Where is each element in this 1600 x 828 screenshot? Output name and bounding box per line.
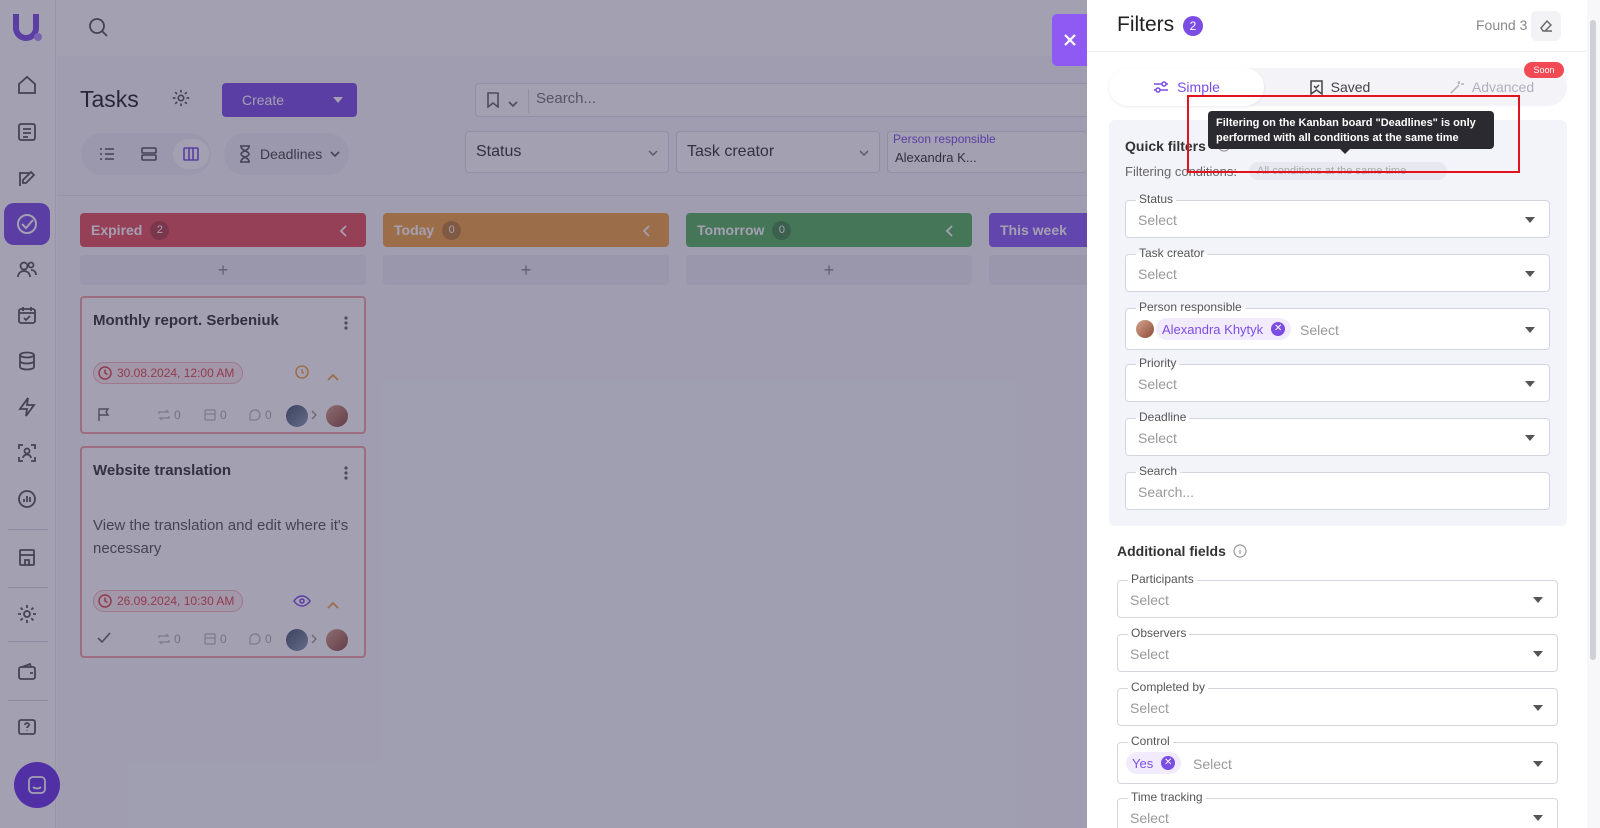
panel-title: Filters bbox=[1117, 13, 1175, 36]
close-icon bbox=[1064, 34, 1076, 46]
control-field[interactable]: Control Yes ✕ Select bbox=[1117, 734, 1558, 784]
quick-filters-section: Quick filters Filtering conditions: All … bbox=[1109, 120, 1567, 526]
field-label: Status bbox=[1136, 192, 1177, 207]
field-label: Priority bbox=[1136, 356, 1180, 371]
selected-person-name: Alexandra Khytyk bbox=[1162, 321, 1264, 337]
field-placeholder: Select bbox=[1138, 430, 1177, 446]
remove-icon[interactable]: ✕ bbox=[1271, 322, 1286, 336]
remove-icon[interactable]: ✕ bbox=[1161, 756, 1176, 770]
caret-down-icon bbox=[1533, 705, 1543, 711]
field-label: Participants bbox=[1128, 572, 1197, 587]
field-placeholder: Select bbox=[1193, 756, 1232, 772]
field-placeholder: Select bbox=[1130, 592, 1169, 608]
field-placeholder: Select bbox=[1138, 266, 1177, 282]
caret-down-icon bbox=[1533, 597, 1543, 603]
scrollbar-thumb[interactable] bbox=[1590, 20, 1596, 660]
caret-down-icon bbox=[1525, 327, 1535, 333]
tab-simple-label: Simple bbox=[1177, 79, 1220, 95]
completed-by-field[interactable]: Completed by Select bbox=[1117, 680, 1558, 726]
observers-field[interactable]: Observers Select bbox=[1117, 626, 1558, 672]
priority-field[interactable]: Priority Select bbox=[1125, 356, 1550, 402]
field-label: Observers bbox=[1128, 626, 1190, 641]
found-count: Found 3 bbox=[1476, 17, 1528, 33]
field-label: Search bbox=[1136, 464, 1181, 479]
field-label: Person responsible bbox=[1136, 300, 1245, 315]
field-placeholder: Select bbox=[1130, 810, 1169, 826]
panel-scrollbar[interactable] bbox=[1587, 0, 1600, 828]
field-label: Completed by bbox=[1128, 680, 1209, 695]
bookmark-check-icon bbox=[1309, 79, 1323, 95]
tab-advanced-label: Advanced bbox=[1471, 79, 1535, 95]
field-placeholder: Select bbox=[1138, 212, 1177, 228]
field-placeholder: Select bbox=[1138, 376, 1177, 392]
clear-filters-button[interactable] bbox=[1531, 11, 1561, 41]
time-tracking-field[interactable]: Time tracking Select bbox=[1117, 790, 1558, 828]
tab-saved-label: Saved bbox=[1330, 79, 1371, 95]
info-icon[interactable] bbox=[1233, 544, 1247, 563]
avatar bbox=[1136, 320, 1154, 338]
soon-badge: Soon bbox=[1524, 62, 1564, 78]
highlight-box bbox=[1187, 95, 1520, 173]
field-label: Deadline bbox=[1136, 410, 1190, 425]
field-label: Control bbox=[1128, 734, 1173, 749]
selected-control-value: Yes bbox=[1132, 755, 1154, 771]
caret-down-icon bbox=[1525, 217, 1535, 223]
field-label: Task creator bbox=[1136, 246, 1208, 261]
additional-fields-title: Additional fields bbox=[1117, 543, 1226, 559]
caret-down-icon bbox=[1525, 271, 1535, 277]
person-responsible-field[interactable]: Person responsible Alexandra Khytyk ✕ Se… bbox=[1125, 300, 1550, 350]
caret-down-icon bbox=[1533, 761, 1543, 767]
field-placeholder: Select bbox=[1130, 646, 1169, 662]
filter-count-badge: 2 bbox=[1183, 16, 1203, 36]
eraser-icon bbox=[1540, 19, 1552, 32]
caret-down-icon bbox=[1533, 815, 1543, 821]
caret-down-icon bbox=[1525, 381, 1535, 387]
task-creator-field[interactable]: Task creator Select bbox=[1125, 246, 1550, 292]
sliders-icon bbox=[1154, 81, 1169, 93]
selected-person-chip: Alexandra Khytyk ✕ bbox=[1156, 318, 1292, 340]
caret-down-icon bbox=[1525, 435, 1535, 441]
modal-backdrop[interactable] bbox=[0, 0, 1087, 828]
search-input[interactable]: Search... bbox=[1138, 484, 1194, 500]
panel-header: Filters 2 Found 3 bbox=[1087, 0, 1587, 52]
caret-down-icon bbox=[1533, 651, 1543, 657]
selected-control-chip: Yes ✕ bbox=[1126, 752, 1182, 774]
status-field[interactable]: Status Select bbox=[1125, 192, 1550, 238]
field-label: Time tracking bbox=[1128, 790, 1206, 805]
field-placeholder: Select bbox=[1130, 700, 1169, 716]
search-field[interactable]: Search Search... bbox=[1125, 464, 1550, 510]
close-panel-button[interactable] bbox=[1052, 14, 1088, 66]
magic-wand-icon bbox=[1450, 80, 1464, 94]
deadline-field[interactable]: Deadline Select bbox=[1125, 410, 1550, 456]
field-placeholder: Select bbox=[1300, 322, 1339, 338]
participants-field[interactable]: Participants Select bbox=[1117, 572, 1558, 618]
